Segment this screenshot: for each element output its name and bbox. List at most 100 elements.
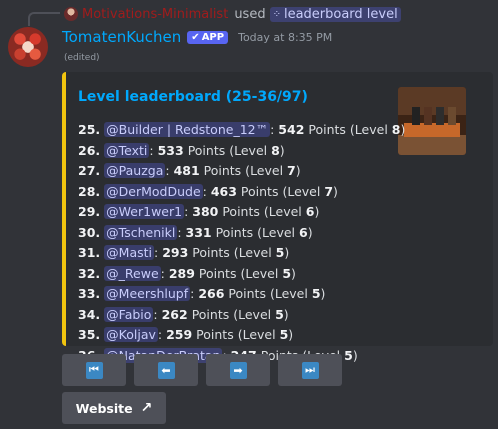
row-separator: : (153, 306, 162, 322)
leaderboard-row: 32. @_Rewe: 289 Points (Level 5) (78, 264, 405, 285)
reply-action: used (234, 6, 266, 22)
row-level: 7 (324, 183, 334, 199)
row-rank: 28. (78, 183, 101, 199)
author-username[interactable]: TomatenKuchen (62, 28, 181, 46)
app-badge-label: APP (201, 31, 225, 43)
level-label: Level (262, 224, 296, 240)
row-separator: : (154, 245, 163, 260)
row-points: 542 (278, 122, 305, 137)
leaderboard-row: 25. @Builder | Redstone_12™: 542 Points (… (78, 120, 405, 141)
reply-username[interactable]: Motivations-Minimalist (82, 7, 228, 22)
message-timestamp[interactable]: Today at 8:35 PM (238, 31, 332, 44)
row-close-paren: ) (288, 327, 294, 342)
user-mention[interactable]: @DerModDude (104, 183, 203, 199)
next-page-icon: ➡ (229, 361, 247, 379)
row-level: 5 (311, 286, 321, 301)
row-open-paren: ( (253, 224, 263, 240)
row-rank: 27. (78, 163, 101, 178)
row-points: 266 (198, 286, 225, 301)
row-open-paren: ( (229, 306, 239, 322)
row-separator: : (165, 163, 174, 178)
leaderboard-embed: Level leaderboard (25-36/97) 25. @Builder… (62, 72, 493, 363)
level-label: Level (234, 142, 268, 158)
level-label: Level (242, 327, 276, 342)
reply-avatar[interactable] (64, 7, 78, 21)
author-avatar[interactable] (8, 27, 48, 67)
user-mention[interactable]: @Texti (104, 142, 150, 158)
row-level: 7 (287, 163, 296, 178)
website-button[interactable]: Website ↗ (62, 392, 166, 424)
row-close-paren: ) (314, 204, 320, 219)
level-label: Level (287, 183, 321, 199)
user-mention[interactable]: @Pauzga (104, 163, 166, 178)
next-page-button[interactable]: ➡ (206, 354, 270, 386)
points-label: Points (215, 224, 254, 240)
website-button-label: Website (75, 400, 133, 416)
points-label: Points (191, 306, 230, 322)
leaderboard-row: 34. @Fabio: 262 Points (Level 5) (78, 305, 405, 326)
row-rank: 35. (78, 327, 101, 342)
user-mention[interactable]: @Masti (104, 245, 154, 260)
row-separator: : (177, 224, 186, 240)
points-label: Points (308, 122, 346, 137)
user-mention[interactable]: @_Rewe (104, 265, 161, 281)
row-close-paren: ) (279, 142, 285, 158)
external-link-icon: ↗ (140, 400, 153, 416)
row-points: 259 (166, 327, 193, 342)
edited-indicator: (edited) (64, 53, 100, 63)
row-open-paren: ( (278, 183, 288, 199)
user-mention[interactable]: @Meershlupf (104, 286, 191, 301)
row-separator: : (149, 142, 158, 158)
row-points: 262 (161, 306, 188, 322)
leaderboard-row: 31. @Masti: 293 Points (Level 5) (78, 243, 405, 264)
row-points: 533 (157, 142, 184, 158)
row-close-paren: ) (400, 122, 406, 137)
reply-connector (28, 12, 60, 26)
row-close-paren: ) (283, 306, 289, 322)
row-close-paren: ) (352, 347, 358, 363)
points-label: Points (196, 327, 234, 342)
row-open-paren: ( (241, 163, 251, 178)
row-level: 5 (275, 306, 284, 322)
last-page-icon: ⏭ (301, 361, 319, 379)
row-level: 5 (282, 265, 292, 281)
user-mention[interactable]: @Fabio (104, 306, 154, 322)
row-separator: : (157, 327, 167, 342)
first-page-button[interactable]: ⏮ (62, 354, 126, 386)
leaderboard-list: 25. @Builder | Redstone_12™: 542 Points (… (78, 120, 405, 366)
embed-thumbnail[interactable] (398, 87, 466, 155)
points-label: Points (203, 163, 242, 178)
user-mention[interactable]: @Builder | Redstone_12™ (104, 122, 271, 137)
user-mention[interactable]: @Koljav (104, 327, 158, 342)
app-badge: ✔ APP (187, 30, 229, 44)
user-mention[interactable]: @Wer1wer1 (104, 204, 185, 219)
row-close-paren: ) (333, 183, 338, 199)
row-rank: 26. (78, 142, 101, 158)
row-points: 331 (185, 224, 212, 240)
command-chip[interactable]: ⁘ leaderboard level (269, 6, 401, 22)
row-rank: 29. (78, 204, 101, 219)
row-open-paren: ( (229, 245, 239, 260)
level-label: Level (274, 286, 308, 301)
row-points: 293 (162, 245, 189, 260)
row-open-paren: ( (225, 142, 235, 158)
points-label: Points (228, 286, 266, 301)
level-label: Level (354, 122, 388, 137)
previous-page-button[interactable]: ⬅ (134, 354, 198, 386)
last-page-button[interactable]: ⏭ (278, 354, 342, 386)
leaderboard-row: 33. @Meershlupf: 266 Points (Level 5) (78, 284, 405, 305)
points-label: Points (222, 204, 260, 219)
row-close-paren: ) (284, 245, 290, 260)
previous-page-icon: ⬅ (157, 361, 175, 379)
leaderboard-row: 27. @Pauzga: 481 Points (Level 7) (78, 161, 405, 182)
leaderboard-row: 26. @Texti: 533 Points (Level 8) (78, 141, 405, 162)
level-label: Level (238, 306, 272, 322)
user-mention[interactable]: @Tschenikl (104, 224, 178, 240)
command-reply: Motivations-Minimalist used ⁘ leaderboar… (64, 5, 401, 23)
row-rank: 32. (78, 265, 101, 281)
verified-check-icon: ✔ (191, 31, 200, 43)
row-rank: 31. (78, 245, 101, 260)
points-label: Points (187, 142, 226, 158)
row-points: 380 (192, 204, 219, 219)
row-rank: 30. (78, 224, 101, 240)
